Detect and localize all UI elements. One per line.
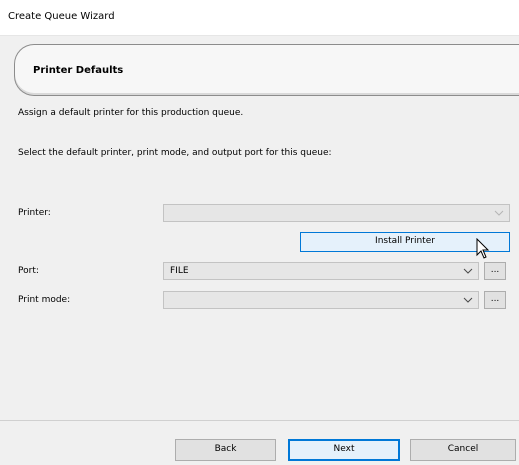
wizard-header: Printer Defaults — [0, 44, 519, 98]
page-title: Printer Defaults — [33, 65, 124, 76]
printer-label: Printer: — [18, 208, 51, 218]
chevron-down-icon — [493, 206, 505, 220]
wizard-header-panel: Printer Defaults — [14, 44, 519, 96]
port-label: Port: — [18, 266, 39, 276]
cancel-button[interactable]: Cancel — [410, 439, 516, 461]
print-mode-dropdown[interactable] — [163, 291, 479, 309]
printer-dropdown[interactable] — [163, 204, 510, 222]
cancel-label: Cancel — [447, 444, 479, 454]
chevron-down-icon — [462, 293, 474, 307]
port-dropdown-value: FILE — [170, 266, 189, 276]
instruction-text: Assign a default printer for this produc… — [18, 108, 244, 118]
back-button[interactable]: Back — [175, 439, 276, 461]
port-dropdown[interactable]: FILE — [163, 262, 479, 280]
back-label: Back — [214, 444, 237, 454]
port-browse-button[interactable]: ... — [484, 262, 506, 280]
mouse-cursor-icon — [476, 237, 490, 263]
next-label: Next — [333, 444, 355, 454]
next-button[interactable]: Next — [288, 439, 400, 461]
chevron-down-icon — [462, 264, 474, 278]
print-mode-label: Print mode: — [18, 295, 71, 305]
instruction-text-secondary: Select the default printer, print mode, … — [18, 148, 332, 158]
window-title: Create Queue Wizard — [8, 11, 115, 22]
title-bar: Create Queue Wizard — [0, 0, 519, 36]
print-mode-browse-button[interactable]: ... — [484, 291, 506, 309]
